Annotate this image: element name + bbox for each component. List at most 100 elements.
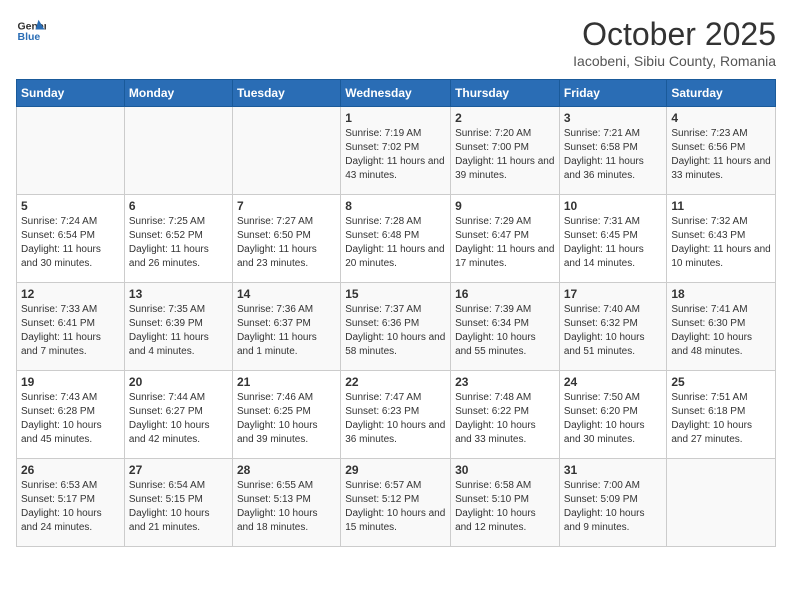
- calendar-cell: 5 Sunrise: 7:24 AM Sunset: 6:54 PM Daylig…: [17, 195, 125, 283]
- logo: General Blue: [16, 16, 46, 46]
- title-section: October 2025 Iacobeni, Sibiu County, Rom…: [573, 16, 776, 69]
- day-info: Sunrise: 6:57 AM Sunset: 5:12 PM Dayligh…: [345, 479, 446, 535]
- day-number: 2: [455, 111, 555, 125]
- day-number: 30: [455, 463, 555, 477]
- day-info: Sunrise: 7:27 AM Sunset: 6:50 PM Dayligh…: [237, 215, 336, 271]
- day-number: 22: [345, 375, 446, 389]
- day-info: Sunrise: 7:35 AM Sunset: 6:39 PM Dayligh…: [129, 303, 228, 359]
- calendar-cell: 15Sunrise: 7:37 AM Sunset: 6:36 PM Dayli…: [341, 283, 451, 371]
- calendar-cell: 19Sunrise: 7:43 AM Sunset: 6:28 PM Dayli…: [17, 371, 125, 459]
- calendar-week-row: 19Sunrise: 7:43 AM Sunset: 6:28 PM Dayli…: [17, 371, 776, 459]
- day-number: 17: [564, 287, 663, 301]
- calendar-cell: 6 Sunrise: 7:25 AM Sunset: 6:52 PM Daylig…: [124, 195, 232, 283]
- logo-icon: General Blue: [16, 16, 46, 46]
- day-number: 4: [671, 111, 771, 125]
- day-info: Sunrise: 7:20 AM Sunset: 7:00 PM Dayligh…: [455, 127, 555, 183]
- day-number: 29: [345, 463, 446, 477]
- day-number: 23: [455, 375, 555, 389]
- day-number: 24: [564, 375, 663, 389]
- day-number: 16: [455, 287, 555, 301]
- day-info: Sunrise: 7:00 AM Sunset: 5:09 PM Dayligh…: [564, 479, 663, 535]
- day-number: 1: [345, 111, 446, 125]
- calendar-cell: 12 Sunrise: 7:33 AM Sunset: 6:41 PM Dayli…: [17, 283, 125, 371]
- calendar-cell: 4 Sunrise: 7:23 AM Sunset: 6:56 PM Daylig…: [667, 107, 776, 195]
- day-info: Sunrise: 7:48 AM Sunset: 6:22 PM Dayligh…: [455, 391, 555, 447]
- calendar-cell: [232, 107, 340, 195]
- calendar-cell: 26 Sunrise: 6:53 AM Sunset: 5:17 PM Dayli…: [17, 459, 125, 547]
- calendar-cell: [124, 107, 232, 195]
- day-number: 7: [237, 199, 336, 213]
- day-info: Sunrise: 7:41 AM Sunset: 6:30 PM Dayligh…: [671, 303, 771, 359]
- day-info: Sunrise: 6:53 AM Sunset: 5:17 PM Dayligh…: [21, 479, 120, 535]
- weekday-header-monday: Monday: [124, 80, 232, 107]
- day-info: Sunrise: 7:19 AM Sunset: 7:02 PM Dayligh…: [345, 127, 446, 183]
- day-number: 31: [564, 463, 663, 477]
- day-info: Sunrise: 7:23 AM Sunset: 6:56 PM Dayligh…: [671, 127, 771, 183]
- day-info: Sunrise: 7:32 AM Sunset: 6:43 PM Dayligh…: [671, 215, 771, 271]
- calendar-cell: 16 Sunrise: 7:39 AM Sunset: 6:34 PM Dayli…: [451, 283, 560, 371]
- day-info: Sunrise: 7:51 AM Sunset: 6:18 PM Dayligh…: [671, 391, 771, 447]
- calendar-week-row: 26 Sunrise: 6:53 AM Sunset: 5:17 PM Dayli…: [17, 459, 776, 547]
- location-subtitle: Iacobeni, Sibiu County, Romania: [573, 53, 776, 69]
- day-info: Sunrise: 7:24 AM Sunset: 6:54 PM Dayligh…: [21, 215, 120, 271]
- calendar-week-row: 12 Sunrise: 7:33 AM Sunset: 6:41 PM Dayli…: [17, 283, 776, 371]
- weekday-header-thursday: Thursday: [451, 80, 560, 107]
- day-info: Sunrise: 7:44 AM Sunset: 6:27 PM Dayligh…: [129, 391, 228, 447]
- calendar-week-row: 5 Sunrise: 7:24 AM Sunset: 6:54 PM Daylig…: [17, 195, 776, 283]
- calendar-cell: 2 Sunrise: 7:20 AM Sunset: 7:00 PM Daylig…: [451, 107, 560, 195]
- day-number: 21: [237, 375, 336, 389]
- calendar-cell: 29 Sunrise: 6:57 AM Sunset: 5:12 PM Dayli…: [341, 459, 451, 547]
- day-number: 12: [21, 287, 120, 301]
- day-number: 14: [237, 287, 336, 301]
- day-info: Sunrise: 7:31 AM Sunset: 6:45 PM Dayligh…: [564, 215, 663, 271]
- calendar-cell: 11 Sunrise: 7:32 AM Sunset: 6:43 PM Dayli…: [667, 195, 776, 283]
- calendar-cell: 13 Sunrise: 7:35 AM Sunset: 6:39 PM Dayli…: [124, 283, 232, 371]
- day-number: 11: [671, 199, 771, 213]
- day-info: Sunrise: 7:43 AM Sunset: 6:28 PM Dayligh…: [21, 391, 120, 447]
- calendar-cell: 31 Sunrise: 7:00 AM Sunset: 5:09 PM Dayli…: [559, 459, 667, 547]
- day-info: Sunrise: 7:47 AM Sunset: 6:23 PM Dayligh…: [345, 391, 446, 447]
- day-info: Sunrise: 7:33 AM Sunset: 6:41 PM Dayligh…: [21, 303, 120, 359]
- day-number: 10: [564, 199, 663, 213]
- calendar-cell: 18Sunrise: 7:41 AM Sunset: 6:30 PM Dayli…: [667, 283, 776, 371]
- weekday-header-tuesday: Tuesday: [232, 80, 340, 107]
- day-number: 6: [129, 199, 228, 213]
- calendar-cell: 24 Sunrise: 7:50 AM Sunset: 6:20 PM Dayli…: [559, 371, 667, 459]
- day-number: 15: [345, 287, 446, 301]
- calendar-cell: [667, 459, 776, 547]
- calendar-cell: 30Sunrise: 6:58 AM Sunset: 5:10 PM Dayli…: [451, 459, 560, 547]
- day-number: 8: [345, 199, 446, 213]
- calendar-cell: 28Sunrise: 6:55 AM Sunset: 5:13 PM Dayli…: [232, 459, 340, 547]
- day-number: 28: [237, 463, 336, 477]
- calendar-cell: 10 Sunrise: 7:31 AM Sunset: 6:45 PM Dayli…: [559, 195, 667, 283]
- day-number: 13: [129, 287, 228, 301]
- calendar-cell: 8 Sunrise: 7:28 AM Sunset: 6:48 PM Daylig…: [341, 195, 451, 283]
- month-title: October 2025: [573, 16, 776, 53]
- day-number: 5: [21, 199, 120, 213]
- svg-text:Blue: Blue: [18, 31, 41, 43]
- calendar-cell: 20 Sunrise: 7:44 AM Sunset: 6:27 PM Dayli…: [124, 371, 232, 459]
- weekday-header-wednesday: Wednesday: [341, 80, 451, 107]
- day-info: Sunrise: 7:40 AM Sunset: 6:32 PM Dayligh…: [564, 303, 663, 359]
- day-info: Sunrise: 7:39 AM Sunset: 6:34 PM Dayligh…: [455, 303, 555, 359]
- day-info: Sunrise: 7:28 AM Sunset: 6:48 PM Dayligh…: [345, 215, 446, 271]
- day-number: 20: [129, 375, 228, 389]
- calendar-cell: 1 Sunrise: 7:19 AM Sunset: 7:02 PM Daylig…: [341, 107, 451, 195]
- day-info: Sunrise: 7:50 AM Sunset: 6:20 PM Dayligh…: [564, 391, 663, 447]
- calendar-cell: 27Sunrise: 6:54 AM Sunset: 5:15 PM Dayli…: [124, 459, 232, 547]
- weekday-header-sunday: Sunday: [17, 80, 125, 107]
- calendar-cell: 17 Sunrise: 7:40 AM Sunset: 6:32 PM Dayli…: [559, 283, 667, 371]
- day-info: Sunrise: 7:25 AM Sunset: 6:52 PM Dayligh…: [129, 215, 228, 271]
- day-number: 3: [564, 111, 663, 125]
- day-number: 25: [671, 375, 771, 389]
- page-header: General Blue October 2025 Iacobeni, Sibi…: [16, 16, 776, 69]
- day-info: Sunrise: 7:36 AM Sunset: 6:37 PM Dayligh…: [237, 303, 336, 359]
- weekday-header-friday: Friday: [559, 80, 667, 107]
- day-number: 9: [455, 199, 555, 213]
- day-number: 26: [21, 463, 120, 477]
- day-info: Sunrise: 7:29 AM Sunset: 6:47 PM Dayligh…: [455, 215, 555, 271]
- calendar-week-row: 1 Sunrise: 7:19 AM Sunset: 7:02 PM Daylig…: [17, 107, 776, 195]
- calendar-cell: 25 Sunrise: 7:51 AM Sunset: 6:18 PM Dayli…: [667, 371, 776, 459]
- calendar-cell: 23 Sunrise: 7:48 AM Sunset: 6:22 PM Dayli…: [451, 371, 560, 459]
- calendar-cell: [17, 107, 125, 195]
